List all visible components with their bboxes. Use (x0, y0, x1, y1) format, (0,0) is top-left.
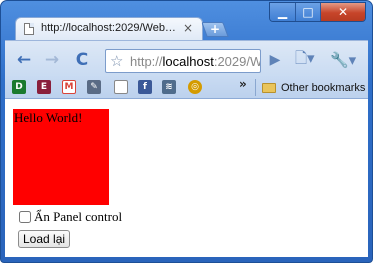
hide-panel-checkbox[interactable] (19, 211, 31, 223)
go-arrow-icon: ▶ (269, 52, 281, 68)
bookmark-star-icon[interactable]: ☆ (110, 52, 123, 70)
url-host: localhost (162, 54, 214, 69)
reload-button[interactable]: C (71, 49, 93, 71)
url-text: http://localhost:2029/WebForm1.aspx (130, 54, 261, 69)
go-button[interactable]: ▶ (264, 49, 286, 71)
hello-panel: Hello World! (13, 109, 109, 205)
page-menu-icon: 🗋▾ (295, 48, 315, 67)
tab-close-icon[interactable]: × (183, 21, 193, 35)
other-bookmarks-label: Other bookmarks (281, 82, 366, 94)
hide-panel-checkbox-row[interactable]: Ẩn Panel control (19, 209, 122, 225)
window-bottom-border (5, 257, 368, 260)
bookmarks-bar: D E M ✎ f ≋ ◎ » Other bookmarks (5, 76, 368, 99)
forward-button[interactable]: → (41, 49, 63, 71)
tab-localhost[interactable]: http://localhost:2029/Web… × (15, 17, 203, 41)
gmail-icon[interactable]: M (62, 80, 76, 94)
url-scheme: http:// (130, 54, 163, 69)
back-arrow-icon: ← (16, 50, 32, 70)
bookmarks-separator (255, 79, 256, 96)
reload-icon: C (75, 50, 89, 70)
browser-window: ▁ □ ✕ http://localhost:2029/Web… × + ← →… (0, 0, 373, 263)
tab-strip: http://localhost:2029/Web… × + (1, 17, 372, 41)
other-bookmarks-button[interactable]: Other bookmarks (262, 80, 365, 96)
facebook-icon[interactable]: f (138, 80, 152, 94)
new-tab-button[interactable]: + (201, 22, 229, 37)
navigation-toolbar: ← → C ☆ http://localhost:2029/WebForm1.a… (5, 40, 368, 77)
wrench-menu-button[interactable]: 🔧▾ (330, 49, 362, 71)
forward-arrow-icon: → (44, 50, 60, 70)
tools-icon[interactable]: ✎ (87, 80, 101, 94)
back-button[interactable]: ← (13, 49, 35, 71)
panel-text: Hello World! (14, 110, 83, 125)
page-icon[interactable] (114, 80, 128, 94)
reload-page-button[interactable]: Load lại (18, 230, 71, 248)
wrench-icon: 🔧▾ (330, 51, 357, 69)
circle-icon[interactable]: ◎ (188, 80, 202, 94)
page-menu-button[interactable]: 🗋▾ (295, 49, 325, 71)
folder-icon (262, 83, 276, 93)
feed-icon[interactable]: ≋ (162, 80, 176, 94)
page-icon (24, 23, 34, 35)
bookmarks-overflow-icon[interactable]: » (239, 77, 247, 91)
tab-title: http://localhost:2029/Web… (41, 22, 176, 34)
plus-icon: + (209, 22, 221, 36)
e-icon[interactable]: E (37, 80, 51, 94)
d-icon[interactable]: D (12, 80, 26, 94)
hide-panel-checkbox-label: Ẩn Panel control (34, 209, 123, 224)
address-bar[interactable]: ☆ http://localhost:2029/WebForm1.aspx (105, 49, 261, 73)
page-content: Hello World! Ẩn Panel control Load lại (5, 99, 368, 257)
url-rest: :2029/WebForm1.aspx (213, 54, 261, 69)
